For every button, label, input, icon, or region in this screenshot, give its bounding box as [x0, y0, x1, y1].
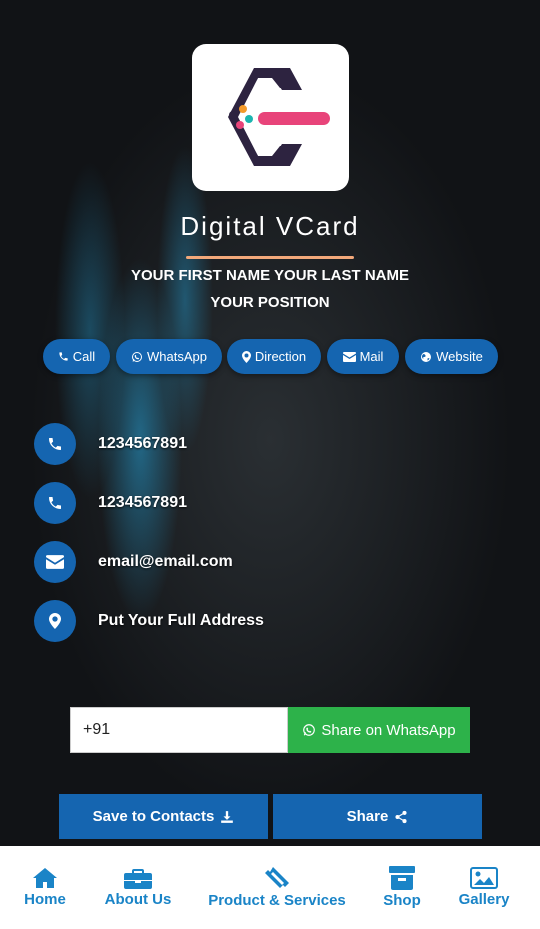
envelope-icon: [46, 555, 64, 569]
share-icon: [395, 810, 407, 823]
page-title: Digital VCard: [180, 211, 360, 241]
whatsapp-icon: [303, 724, 316, 736]
share-button[interactable]: Share: [273, 794, 482, 839]
title-underline: [186, 256, 354, 259]
contact-email-button[interactable]: [34, 541, 76, 583]
nav-gallery-label: Gallery: [458, 891, 510, 908]
save-to-contacts-button[interactable]: Save to Contacts: [59, 794, 268, 839]
archive-icon: [389, 866, 415, 890]
logo-icon: [228, 68, 336, 166]
contact-address-button[interactable]: [34, 600, 76, 642]
share-on-whatsapp-button[interactable]: Share on WhatsApp: [288, 707, 470, 753]
contact-phone-1[interactable]: 1234567891: [98, 435, 187, 453]
phone-icon: [59, 352, 68, 361]
contact-address[interactable]: Put Your Full Address: [98, 612, 264, 630]
mail-button[interactable]: Mail: [327, 339, 399, 374]
nav-product-services[interactable]: Product & Services: [205, 846, 349, 929]
bottom-navbar: Home About Us Product & Services Shop Ga…: [0, 846, 540, 929]
contact-phone-2-button[interactable]: [34, 482, 76, 524]
home-icon: [33, 868, 57, 888]
call-button[interactable]: Call: [43, 339, 110, 374]
contact-phone-1-button[interactable]: [34, 423, 76, 465]
ticket-icon: [265, 867, 289, 888]
mail-label: Mail: [359, 349, 384, 364]
contact-phone-2[interactable]: 1234567891: [98, 494, 187, 512]
contact-email[interactable]: email@email.com: [98, 553, 233, 571]
website-label: Website: [436, 349, 483, 364]
nav-home-label: Home: [24, 891, 66, 908]
envelope-icon: [342, 351, 356, 362]
nav-gallery[interactable]: Gallery: [452, 846, 516, 929]
call-label: Call: [72, 349, 96, 364]
nav-shop-label: Shop: [383, 892, 421, 909]
briefcase-icon: [124, 869, 152, 889]
phone-icon: [49, 497, 61, 509]
globe-icon: [421, 351, 432, 362]
share-on-whatsapp-label: Share on WhatsApp: [321, 721, 456, 739]
direction-button[interactable]: Direction: [227, 339, 321, 374]
whatsapp-number-input[interactable]: [70, 707, 288, 753]
download-icon: [221, 810, 234, 823]
person-name: YOUR FIRST NAME YOUR LAST NAME: [130, 267, 410, 284]
save-to-contacts-label: Save to Contacts: [92, 808, 215, 825]
share-label: Share: [346, 808, 389, 825]
phone-icon: [49, 438, 61, 450]
map-marker-icon: [241, 350, 251, 363]
whatsapp-label: WhatsApp: [147, 349, 207, 364]
nav-shop[interactable]: Shop: [377, 846, 427, 929]
whatsapp-icon: [132, 351, 142, 362]
logo: [192, 44, 349, 191]
nav-home[interactable]: Home: [14, 846, 76, 929]
whatsapp-button[interactable]: WhatsApp: [116, 339, 222, 374]
nav-product-services-label: Product & Services: [208, 892, 346, 909]
direction-label: Direction: [254, 349, 307, 364]
nav-about-us[interactable]: About Us: [98, 846, 178, 929]
map-marker-icon: [49, 613, 61, 629]
image-icon: [470, 867, 498, 889]
website-button[interactable]: Website: [405, 339, 498, 374]
nav-about-us-label: About Us: [104, 891, 172, 908]
person-position: YOUR POSITION: [210, 294, 330, 311]
